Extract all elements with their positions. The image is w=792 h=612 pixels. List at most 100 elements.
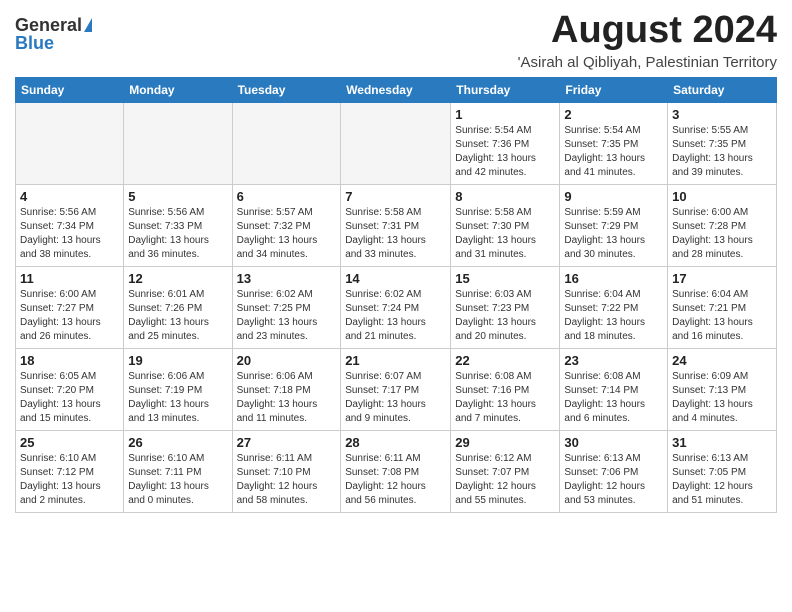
calendar-cell: 25 Sunrise: 6:10 AM Sunset: 7:12 PM Dayli…	[16, 430, 124, 512]
logo-triangle-icon	[84, 18, 92, 32]
weekday-header-saturday: Saturday	[668, 77, 777, 102]
calendar-cell: 31 Sunrise: 6:13 AM Sunset: 7:05 PM Dayli…	[668, 430, 777, 512]
week-row-2: 4 Sunrise: 5:56 AM Sunset: 7:34 PM Daylig…	[16, 184, 777, 266]
calendar-cell: 4 Sunrise: 5:56 AM Sunset: 7:34 PM Daylig…	[16, 184, 124, 266]
day-info: Sunrise: 6:02 AM Sunset: 7:25 PM Dayligh…	[237, 288, 337, 344]
calendar-cell: 18 Sunrise: 6:05 AM Sunset: 7:20 PM Dayli…	[16, 348, 124, 430]
calendar-cell: 16Sunrise: 6:04 AM Sunset: 7:22 PM Dayli…	[560, 266, 668, 348]
day-info: Sunrise: 6:10 AM Sunset: 7:12 PM Dayligh…	[20, 452, 119, 508]
day-number: 6	[237, 189, 337, 204]
day-info: Sunrise: 6:11 AM Sunset: 7:08 PM Dayligh…	[345, 452, 446, 508]
day-info: Sunrise: 6:04 AM Sunset: 7:22 PM Dayligh…	[564, 288, 663, 344]
day-info: Sunrise: 6:13 AM Sunset: 7:06 PM Dayligh…	[564, 452, 663, 508]
day-number: 14	[345, 271, 446, 286]
calendar-cell: 27Sunrise: 6:11 AM Sunset: 7:10 PM Dayli…	[232, 430, 341, 512]
day-info: Sunrise: 5:55 AM Sunset: 7:35 PM Dayligh…	[672, 124, 772, 180]
day-info: Sunrise: 6:08 AM Sunset: 7:16 PM Dayligh…	[455, 370, 555, 426]
week-row-4: 18 Sunrise: 6:05 AM Sunset: 7:20 PM Dayli…	[16, 348, 777, 430]
calendar-cell: 26Sunrise: 6:10 AM Sunset: 7:11 PM Dayli…	[124, 430, 232, 512]
day-number: 19	[128, 353, 227, 368]
calendar-cell: 21 Sunrise: 6:07 AM Sunset: 7:17 PM Dayli…	[341, 348, 451, 430]
day-info: Sunrise: 5:56 AM Sunset: 7:33 PM Dayligh…	[128, 206, 227, 262]
day-number: 10	[672, 189, 772, 204]
weekday-header-friday: Friday	[560, 77, 668, 102]
day-info: Sunrise: 6:03 AM Sunset: 7:23 PM Dayligh…	[455, 288, 555, 344]
weekday-header-monday: Monday	[124, 77, 232, 102]
day-info: Sunrise: 6:08 AM Sunset: 7:14 PM Dayligh…	[564, 370, 663, 426]
calendar-header-row: SundayMondayTuesdayWednesdayThursdayFrid…	[16, 77, 777, 102]
day-info: Sunrise: 6:04 AM Sunset: 7:21 PM Dayligh…	[672, 288, 772, 344]
day-number: 12	[128, 271, 227, 286]
day-number: 27	[237, 435, 337, 450]
page-header: General Blue August 2024 'Asirah al Qibl…	[15, 10, 777, 71]
title-section: August 2024 'Asirah al Qibliyah, Palesti…	[518, 10, 777, 71]
day-info: Sunrise: 6:00 AM Sunset: 7:28 PM Dayligh…	[672, 206, 772, 262]
calendar-cell: 12 Sunrise: 6:01 AM Sunset: 7:26 PM Dayli…	[124, 266, 232, 348]
calendar-cell: 11 Sunrise: 6:00 AM Sunset: 7:27 PM Dayli…	[16, 266, 124, 348]
calendar-cell: 29Sunrise: 6:12 AM Sunset: 7:07 PM Dayli…	[451, 430, 560, 512]
calendar-cell: 28 Sunrise: 6:11 AM Sunset: 7:08 PM Dayli…	[341, 430, 451, 512]
weekday-header-tuesday: Tuesday	[232, 77, 341, 102]
logo-blue-text: Blue	[15, 34, 54, 52]
calendar-cell: 1 Sunrise: 5:54 AM Sunset: 7:36 PM Daylig…	[451, 102, 560, 184]
calendar-cell: 8Sunrise: 5:58 AM Sunset: 7:30 PM Daylig…	[451, 184, 560, 266]
day-info: Sunrise: 6:02 AM Sunset: 7:24 PM Dayligh…	[345, 288, 446, 344]
calendar-cell: 30 Sunrise: 6:13 AM Sunset: 7:06 PM Dayli…	[560, 430, 668, 512]
day-number: 13	[237, 271, 337, 286]
calendar-cell	[341, 102, 451, 184]
day-number: 25	[20, 435, 119, 450]
calendar-cell: 22 Sunrise: 6:08 AM Sunset: 7:16 PM Dayli…	[451, 348, 560, 430]
day-info: Sunrise: 6:10 AM Sunset: 7:11 PM Dayligh…	[128, 452, 227, 508]
weekday-header-thursday: Thursday	[451, 77, 560, 102]
day-info: Sunrise: 6:00 AM Sunset: 7:27 PM Dayligh…	[20, 288, 119, 344]
day-info: Sunrise: 6:12 AM Sunset: 7:07 PM Dayligh…	[455, 452, 555, 508]
day-info: Sunrise: 5:54 AM Sunset: 7:35 PM Dayligh…	[564, 124, 663, 180]
day-number: 15	[455, 271, 555, 286]
day-number: 11	[20, 271, 119, 286]
day-number: 4	[20, 189, 119, 204]
day-info: Sunrise: 5:56 AM Sunset: 7:34 PM Dayligh…	[20, 206, 119, 262]
calendar-cell: 9Sunrise: 5:59 AM Sunset: 7:29 PM Daylig…	[560, 184, 668, 266]
calendar-title: August 2024	[518, 10, 777, 52]
day-info: Sunrise: 6:01 AM Sunset: 7:26 PM Dayligh…	[128, 288, 227, 344]
day-number: 1	[455, 107, 555, 122]
calendar-cell: 10 Sunrise: 6:00 AM Sunset: 7:28 PM Dayli…	[668, 184, 777, 266]
calendar-cell: 20Sunrise: 6:06 AM Sunset: 7:18 PM Dayli…	[232, 348, 341, 430]
day-info: Sunrise: 5:54 AM Sunset: 7:36 PM Dayligh…	[455, 124, 555, 180]
day-number: 30	[564, 435, 663, 450]
day-number: 21	[345, 353, 446, 368]
day-number: 31	[672, 435, 772, 450]
day-info: Sunrise: 5:58 AM Sunset: 7:30 PM Dayligh…	[455, 206, 555, 262]
calendar-subtitle: 'Asirah al Qibliyah, Palestinian Territo…	[518, 54, 777, 71]
weekday-header-sunday: Sunday	[16, 77, 124, 102]
day-info: Sunrise: 6:13 AM Sunset: 7:05 PM Dayligh…	[672, 452, 772, 508]
calendar-cell: 24Sunrise: 6:09 AM Sunset: 7:13 PM Dayli…	[668, 348, 777, 430]
day-info: Sunrise: 6:05 AM Sunset: 7:20 PM Dayligh…	[20, 370, 119, 426]
calendar-cell: 6Sunrise: 5:57 AM Sunset: 7:32 PM Daylig…	[232, 184, 341, 266]
calendar-cell: 15 Sunrise: 6:03 AM Sunset: 7:23 PM Dayli…	[451, 266, 560, 348]
calendar-cell: 2 Sunrise: 5:54 AM Sunset: 7:35 PM Daylig…	[560, 102, 668, 184]
week-row-1: 1 Sunrise: 5:54 AM Sunset: 7:36 PM Daylig…	[16, 102, 777, 184]
logo: General Blue	[15, 16, 92, 52]
calendar-cell: 5 Sunrise: 5:56 AM Sunset: 7:33 PM Daylig…	[124, 184, 232, 266]
day-number: 3	[672, 107, 772, 122]
day-number: 5	[128, 189, 227, 204]
day-info: Sunrise: 6:09 AM Sunset: 7:13 PM Dayligh…	[672, 370, 772, 426]
logo-general-text: General	[15, 16, 82, 34]
calendar-cell: 14 Sunrise: 6:02 AM Sunset: 7:24 PM Dayli…	[341, 266, 451, 348]
calendar-table: SundayMondayTuesdayWednesdayThursdayFrid…	[15, 77, 777, 513]
day-number: 20	[237, 353, 337, 368]
calendar-cell	[232, 102, 341, 184]
day-number: 28	[345, 435, 446, 450]
day-number: 17	[672, 271, 772, 286]
day-info: Sunrise: 6:06 AM Sunset: 7:19 PM Dayligh…	[128, 370, 227, 426]
day-number: 22	[455, 353, 555, 368]
day-number: 7	[345, 189, 446, 204]
day-number: 2	[564, 107, 663, 122]
calendar-cell: 19 Sunrise: 6:06 AM Sunset: 7:19 PM Dayli…	[124, 348, 232, 430]
day-info: Sunrise: 5:59 AM Sunset: 7:29 PM Dayligh…	[564, 206, 663, 262]
weekday-header-wednesday: Wednesday	[341, 77, 451, 102]
day-info: Sunrise: 6:07 AM Sunset: 7:17 PM Dayligh…	[345, 370, 446, 426]
calendar-cell	[16, 102, 124, 184]
day-number: 18	[20, 353, 119, 368]
